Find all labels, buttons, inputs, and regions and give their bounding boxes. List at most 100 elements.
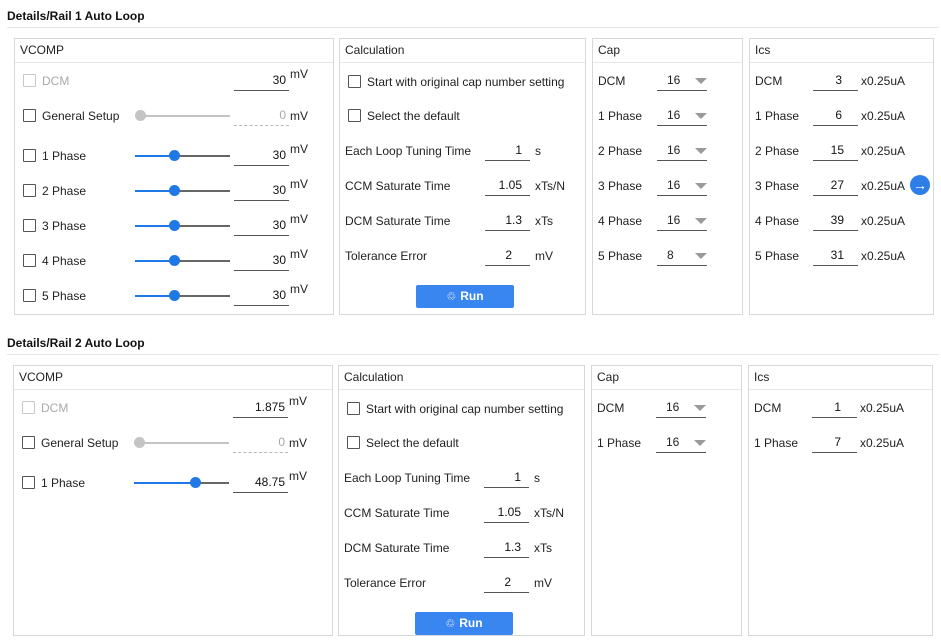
arrow-right-icon[interactable]: → [910, 175, 930, 195]
ics-value-field[interactable]: 7 [812, 433, 857, 453]
run-button[interactable]: ♲ Run [415, 612, 513, 635]
calc-field-row: Tolerance Error 2 mV [340, 246, 585, 266]
phase-value-field[interactable]: 30 [234, 286, 289, 306]
select-default-checkbox[interactable] [347, 436, 360, 449]
general-setup-value-field[interactable]: 0 [234, 106, 289, 126]
calc-field-label: Tolerance Error [345, 249, 428, 263]
rail1-title: Details/Rail 1 Auto Loop [7, 9, 145, 23]
phase-checkbox[interactable] [23, 219, 36, 232]
select-default-row: Select the default [340, 106, 585, 126]
phase-slider[interactable] [135, 185, 230, 197]
calc-field-label: Each Loop Tuning Time [345, 144, 472, 158]
cap-select[interactable]: 16 [657, 71, 707, 91]
ics-value-field[interactable]: 39 [813, 211, 858, 231]
ics-value-field[interactable]: 6 [813, 106, 858, 126]
rail2-title: Details/Rail 2 Auto Loop [7, 336, 145, 350]
general-setup-slider[interactable] [134, 437, 229, 449]
start-original-checkbox[interactable] [347, 402, 360, 415]
ics-row: 2 Phase 15 x0.25uA [750, 141, 933, 161]
ics-value-field[interactable]: 15 [813, 141, 858, 161]
calc-field-input[interactable]: 1.05 [485, 176, 530, 196]
cap-select[interactable]: 8 [657, 246, 707, 266]
phase-value-field[interactable]: 30 [234, 146, 289, 166]
phase-value-field[interactable]: 30 [234, 251, 289, 271]
cap-select[interactable]: 16 [657, 141, 707, 161]
ics-row-label: 1 Phase [755, 109, 800, 123]
calc-field-unit: xTs/N [535, 179, 565, 193]
calc-field-input[interactable]: 1 [484, 468, 529, 488]
slider-thumb[interactable] [169, 290, 180, 301]
general-setup-checkbox[interactable] [23, 109, 36, 122]
phase-checkbox[interactable] [23, 289, 36, 302]
slider-thumb[interactable] [169, 220, 180, 231]
phase-label: 5 Phase [42, 289, 87, 303]
phase-checkbox[interactable] [22, 476, 35, 489]
calc-field-unit: mV [535, 249, 553, 263]
cap-select[interactable]: 16 [656, 398, 706, 418]
calc-field-input[interactable]: 1.3 [485, 211, 530, 231]
phase-label: 4 Phase [42, 254, 87, 268]
phase-slider[interactable] [135, 150, 230, 162]
phase-checkbox[interactable] [23, 254, 36, 267]
phase-slider[interactable] [135, 255, 230, 267]
ics-unit: x0.25uA [861, 144, 906, 158]
calc-field-input[interactable]: 2 [484, 573, 529, 593]
rail1-divider [7, 27, 939, 28]
phase-slider[interactable] [135, 290, 230, 302]
calc-field-input[interactable]: 1 [485, 141, 530, 161]
calc-field-row: Tolerance Error 2 mV [339, 573, 584, 593]
rail1-ics-panel: Ics DCM 3 x0.25uA 1 Phase 6 x0.25uA 2 Ph… [749, 38, 934, 315]
ics-row: 4 Phase 39 x0.25uA [750, 211, 933, 231]
dcm-checkbox[interactable] [22, 401, 35, 414]
dcm-value-field[interactable]: 30 [234, 71, 289, 91]
cap-select[interactable]: 16 [656, 433, 706, 453]
calc-field-input[interactable]: 1.05 [484, 503, 529, 523]
general-setup-slider[interactable] [135, 110, 230, 122]
slider-thumb[interactable] [190, 477, 201, 488]
slider-thumb[interactable] [134, 437, 145, 448]
ics-value-field[interactable]: 3 [813, 71, 858, 91]
ics-value-field[interactable]: 1 [812, 398, 857, 418]
slider-thumb[interactable] [169, 150, 180, 161]
cap-select[interactable]: 16 [657, 106, 707, 126]
run-button[interactable]: ♲ Run [416, 285, 514, 308]
rail2-divider [7, 354, 939, 355]
run-button-label: Run [459, 616, 483, 630]
ics-value-field[interactable]: 27 [813, 176, 858, 196]
ics-row-label: 4 Phase [755, 214, 800, 228]
select-default-checkbox[interactable] [348, 109, 361, 122]
phase-checkbox[interactable] [23, 149, 36, 162]
general-setup-value-field[interactable]: 0 [233, 433, 288, 453]
start-original-row: Start with original cap number setting [340, 72, 585, 92]
phase-value-field[interactable]: 30 [234, 216, 289, 236]
phase-checkbox[interactable] [23, 184, 36, 197]
phase-label: 1 Phase [42, 149, 87, 163]
ics-row: 3 Phase 27 x0.25uA [750, 176, 933, 196]
ics-unit: x0.25uA [860, 401, 905, 415]
cap-row-label: 3 Phase [598, 179, 643, 193]
dcm-checkbox[interactable] [23, 74, 36, 87]
ics-value-field[interactable]: 31 [813, 246, 858, 266]
cap-select[interactable]: 16 [657, 176, 707, 196]
dcm-unit: mV [290, 67, 308, 81]
phase-label: 2 Phase [42, 184, 87, 198]
dcm-value-field[interactable]: 1.875 [233, 398, 288, 418]
calc-field-input[interactable]: 2 [485, 246, 530, 266]
phase-slider[interactable] [135, 220, 230, 232]
phase-slider[interactable] [134, 477, 229, 489]
cap-select-value: 16 [667, 73, 681, 87]
ics-title: Ics [754, 370, 770, 384]
calc-field-label: Each Loop Tuning Time [344, 471, 471, 485]
cap-title: Cap [598, 43, 621, 57]
slider-thumb[interactable] [169, 255, 180, 266]
cap-row-label: DCM [598, 74, 626, 88]
slider-thumb[interactable] [169, 185, 180, 196]
phase-value-field[interactable]: 30 [234, 181, 289, 201]
start-original-checkbox[interactable] [348, 75, 361, 88]
phase-value-field[interactable]: 48.75 [233, 473, 288, 493]
general-setup-checkbox[interactable] [22, 436, 35, 449]
calc-field-input[interactable]: 1.3 [484, 538, 529, 558]
slider-thumb[interactable] [135, 110, 146, 121]
cap-select[interactable]: 16 [657, 211, 707, 231]
calc-field-row: Each Loop Tuning Time 1 s [339, 468, 584, 488]
